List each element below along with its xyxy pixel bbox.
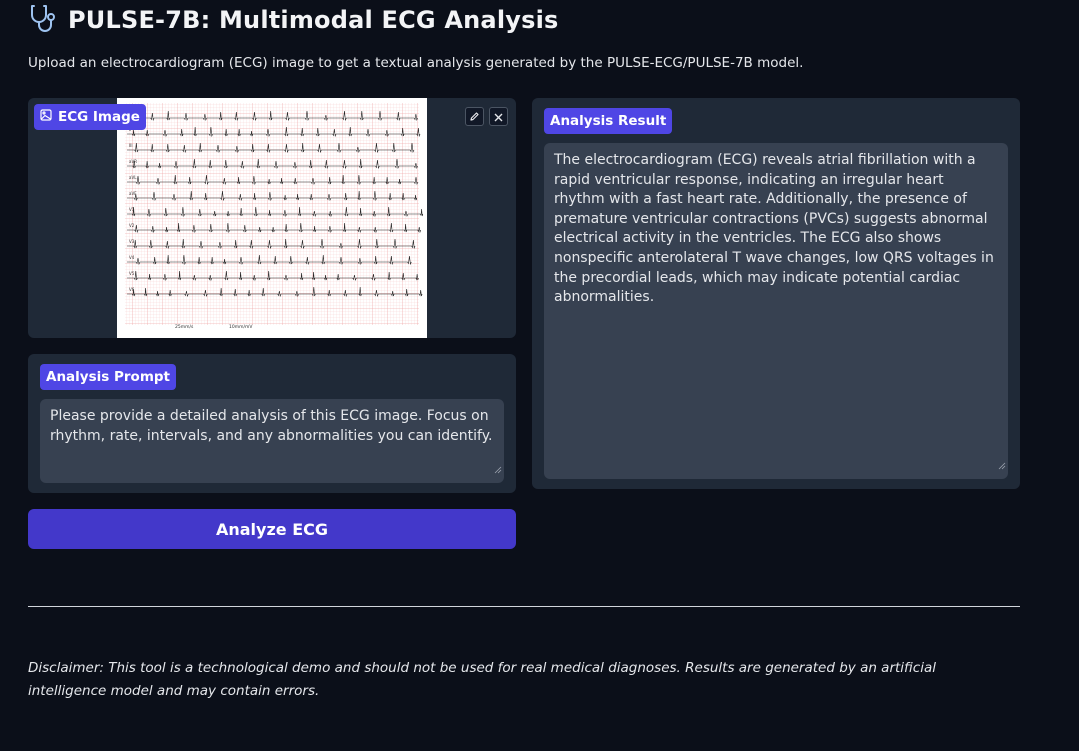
page-subtitle: Upload an electrocardiogram (ECG) image … [28, 55, 804, 71]
edit-image-button[interactable] [465, 107, 484, 126]
analysis-prompt-input[interactable]: Please provide a detailed analysis of th… [40, 399, 504, 483]
ecg-lead-label: V3 [129, 239, 135, 244]
analysis-prompt-label: Analysis Prompt [40, 364, 177, 390]
close-icon [494, 107, 503, 126]
analysis-result-panel: Analysis Result The electrocardiogram (E… [532, 98, 1020, 489]
ecg-lead-label: III [129, 143, 133, 148]
stethoscope-icon [28, 2, 60, 38]
ecg-lead-label: V5 [129, 271, 135, 276]
ecg-image[interactable]: IIIIIIaVRaVLaVFV1V2V3V4V5V6 25mm/s 10mm/… [117, 98, 427, 338]
ecg-lead-label: aVR [129, 159, 137, 164]
page-title: PULSE-7B: Multimodal ECG Analysis [68, 6, 559, 34]
ecg-lead-label: aVL [129, 175, 137, 180]
ecg-image-label: ECG Image [34, 104, 146, 130]
analyze-ecg-button[interactable]: Analyze ECG [28, 509, 516, 549]
ecg-lead-label: V6 [129, 287, 135, 292]
analysis-prompt-panel: Analysis Prompt Please provide a detaile… [28, 354, 516, 493]
divider [28, 606, 1020, 607]
ecg-lead-label: V1 [129, 207, 135, 212]
image-icon [40, 109, 52, 125]
ecg-speed-label: 25mm/s [175, 324, 194, 330]
analysis-prompt-text: Please provide a detailed analysis of th… [50, 408, 493, 444]
analysis-result-label: Analysis Result [544, 108, 673, 134]
ecg-lead-label: V4 [129, 255, 135, 260]
pencil-icon [469, 107, 480, 126]
resize-handle-icon[interactable] [494, 461, 502, 481]
analysis-result-output[interactable]: The electrocardiogram (ECG) reveals atri… [544, 143, 1008, 479]
analysis-result-text: The electrocardiogram (ECG) reveals atri… [554, 152, 994, 306]
resize-handle-icon[interactable] [998, 457, 1006, 477]
ecg-image-panel: IIIIIIaVRaVLaVFV1V2V3V4V5V6 25mm/s 10mm/… [28, 98, 516, 338]
disclaimer-text: Disclaimer: This tool is a technological… [28, 660, 936, 699]
clear-image-button[interactable] [489, 107, 508, 126]
ecg-image-label-text: ECG Image [58, 109, 140, 125]
ecg-lead-label: aVF [129, 191, 137, 196]
ecg-lead-label: V2 [129, 223, 135, 228]
page-header: PULSE-7B: Multimodal ECG Analysis [28, 4, 559, 36]
ecg-gain-label: 10mm/mV [229, 324, 253, 330]
